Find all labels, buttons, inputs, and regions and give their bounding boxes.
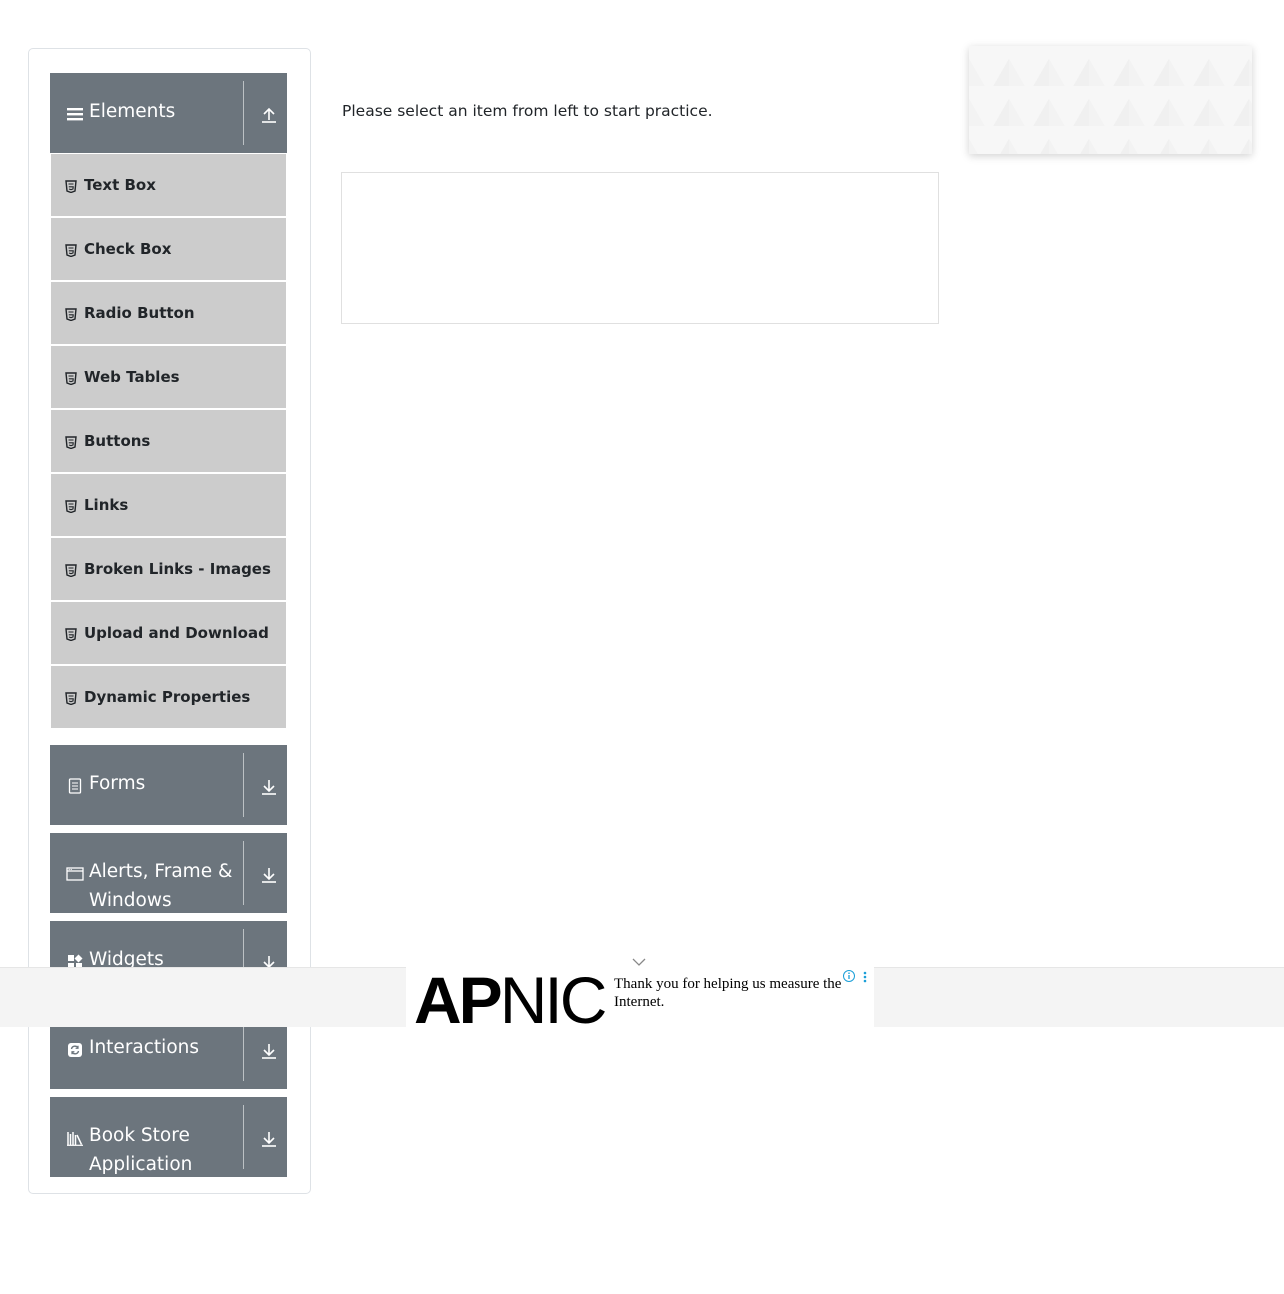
menu-item-web-tables[interactable]: Web Tables [51,346,286,408]
group-title-interactions: Interactions [89,1037,200,1058]
group-title-elements: Elements [89,101,176,122]
html5-icon [65,498,77,514]
ad-message: Thank you for helping us measure the Int… [614,976,842,1010]
menu-item-label: Buttons [84,432,151,450]
menu-item-broken-links-images[interactable]: Broken Links - Images [51,538,286,600]
ad-content[interactable]: APNIC Thank you for helping us measure t… [406,967,874,1027]
group-forms-header[interactable]: Forms [50,745,287,825]
menu-item-upload-and-download[interactable]: Upload and Download [51,602,286,664]
html5-icon [65,434,77,450]
expand-down-arrow-icon[interactable] [260,778,278,796]
menu-item-label: Dynamic Properties [84,688,251,706]
html5-icon [65,690,77,706]
menu-item-text-box[interactable]: Text Box [51,154,286,216]
menu-item-dynamic-properties[interactable]: Dynamic Properties [51,666,286,728]
group-divider [243,81,244,145]
group-title-forms: Forms [89,773,146,794]
window-icon [66,865,84,883]
bookshelf-icon [66,1129,84,1147]
expand-down-arrow-icon[interactable] [260,866,278,884]
ad-placeholder [969,46,1252,154]
menu-item-buttons[interactable]: Buttons [51,410,286,472]
practice-area [341,172,939,324]
group-book-store-header[interactable]: Book Store Application [50,1097,287,1177]
menu-item-radio-button[interactable]: Radio Button [51,282,286,344]
group-divider [243,753,244,817]
expand-down-arrow-icon[interactable] [260,1130,278,1148]
group-elements-header[interactable]: Elements [50,73,287,153]
group-alerts-frame-windows-header[interactable]: Alerts, Frame & Windows [50,833,287,913]
chevron-down-icon[interactable] [631,953,647,966]
menu-item-label: Broken Links - Images [84,560,271,578]
html5-icon [65,562,77,578]
menu-item-label: Radio Button [84,304,195,322]
menu-item-check-box[interactable]: Check Box [51,218,286,280]
interactions-icon [66,1041,84,1059]
menu-item-label: Links [84,496,129,514]
info-icon[interactable] [842,968,856,982]
menu-item-label: Check Box [84,240,172,258]
html5-icon [65,178,77,194]
menu-item-label: Upload and Download [84,624,269,642]
form-document-icon [66,777,84,795]
expand-down-arrow-icon[interactable] [260,1042,278,1060]
group-title-alerts-frame-windows: Alerts, Frame & Windows [89,861,233,911]
group-divider [243,841,244,905]
more-options-icon[interactable] [862,969,868,983]
menu-item-label: Text Box [84,176,156,194]
apnic-logo: APNIC [414,967,607,1027]
html5-icon [65,242,77,258]
collapse-up-arrow-icon[interactable] [260,106,278,124]
html5-icon [65,370,77,386]
group-divider [243,1105,244,1169]
group-title-book-store: Book Store Application [89,1125,193,1175]
page-instruction: Please select an item from left to start… [342,102,713,120]
html5-icon [65,306,77,322]
html5-icon [65,626,77,642]
menu-item-label: Web Tables [84,368,180,386]
menu-item-links[interactable]: Links [51,474,286,536]
hamburger-icon [66,105,84,123]
